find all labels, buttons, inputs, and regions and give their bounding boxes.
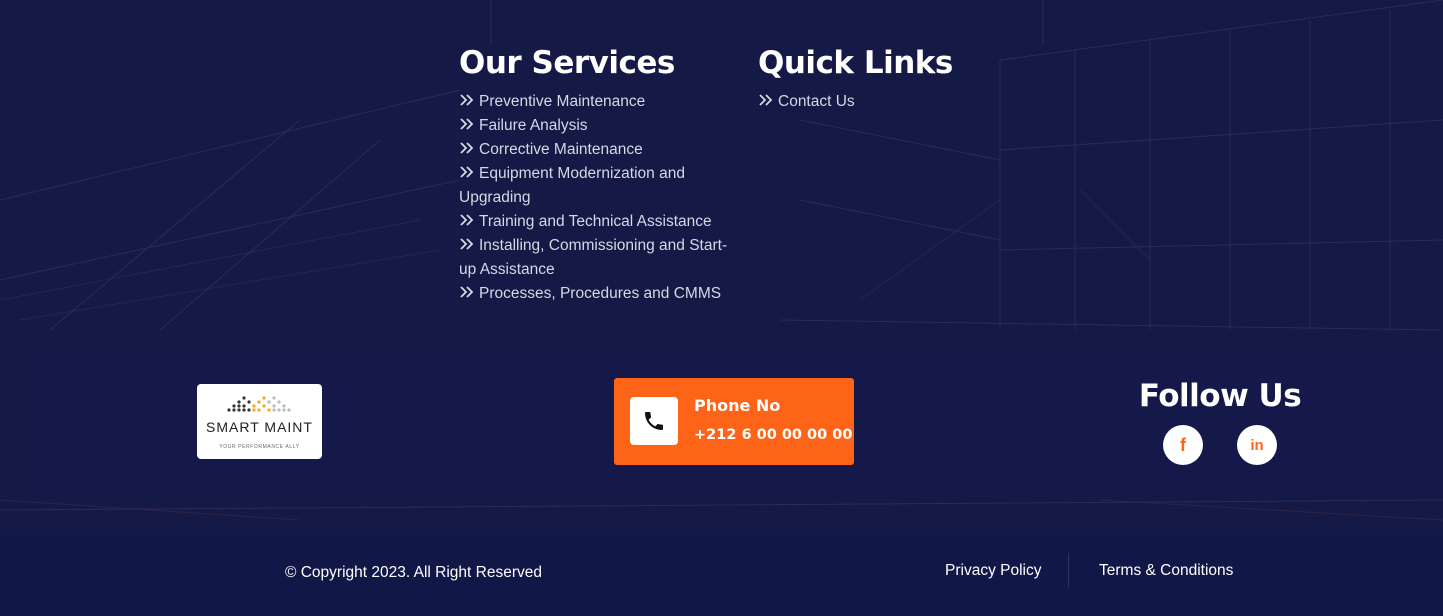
footer-divider [1068,553,1069,587]
linkedin-icon[interactable]: in [1237,425,1277,465]
double-chevron-right-icon [459,238,476,250]
services-list: Preventive Maintenance Failure Analysis … [459,90,739,306]
service-link[interactable]: Corrective Maintenance [459,138,739,162]
double-chevron-right-icon [459,286,476,298]
service-link-label: Preventive Maintenance [479,93,646,110]
service-link-label: Training and Technical Assistance [479,213,712,230]
phone-icon [630,397,678,445]
service-link-label: Processes, Procedures and CMMS [479,285,722,302]
service-link[interactable]: Training and Technical Assistance [459,210,739,234]
double-chevron-right-icon [459,94,476,106]
services-title: Our Services [459,45,675,81]
privacy-policy-link[interactable]: Privacy Policy [945,562,1041,580]
facebook-icon[interactable]: f [1163,425,1203,465]
service-link[interactable]: Preventive Maintenance [459,90,739,114]
quick-link-contact[interactable]: Contact Us [758,90,998,114]
phone-number[interactable]: +212 6 00 00 00 00 [694,427,852,443]
double-chevron-right-icon [459,166,476,178]
quick-links-list: Contact Us [758,90,998,114]
phone-label: Phone No [694,396,781,415]
quick-links-title: Quick Links [758,45,953,81]
service-link[interactable]: Processes, Procedures and CMMS [459,282,739,306]
follow-us-title: Follow Us [1138,378,1302,414]
double-chevron-right-icon [758,94,775,106]
copyright-text: © Copyright 2023. All Right Reserved [285,564,542,581]
logo-wordmark: SMART MAINT [206,419,313,435]
service-link-label: Failure Analysis [479,117,588,134]
quick-link-label: Contact Us [778,93,855,110]
double-chevron-right-icon [459,142,476,154]
services-column: Our Services Preventive Maintenance Fail… [459,42,739,306]
terms-conditions-link[interactable]: Terms & Conditions [1099,562,1233,580]
double-chevron-right-icon [459,118,476,130]
logo[interactable]: SMART MAINT YOUR PERFORMANCE ALLY [197,384,322,459]
logo-mark-icon [227,396,291,412]
service-link-label: Installing, Commissioning and Start-up A… [459,237,728,278]
logo-tagline: YOUR PERFORMANCE ALLY [219,444,300,450]
quick-links-column: Quick Links Contact Us [758,42,998,114]
double-chevron-right-icon [459,214,476,226]
service-link[interactable]: Failure Analysis [459,114,739,138]
service-link[interactable]: Equipment Modernization and Upgrading [459,162,739,210]
phone-contact-card[interactable]: Phone No +212 6 00 00 00 00 [614,378,854,465]
service-link-label: Corrective Maintenance [479,141,643,158]
service-link[interactable]: Installing, Commissioning and Start-up A… [459,234,739,282]
service-link-label: Equipment Modernization and Upgrading [459,165,685,206]
